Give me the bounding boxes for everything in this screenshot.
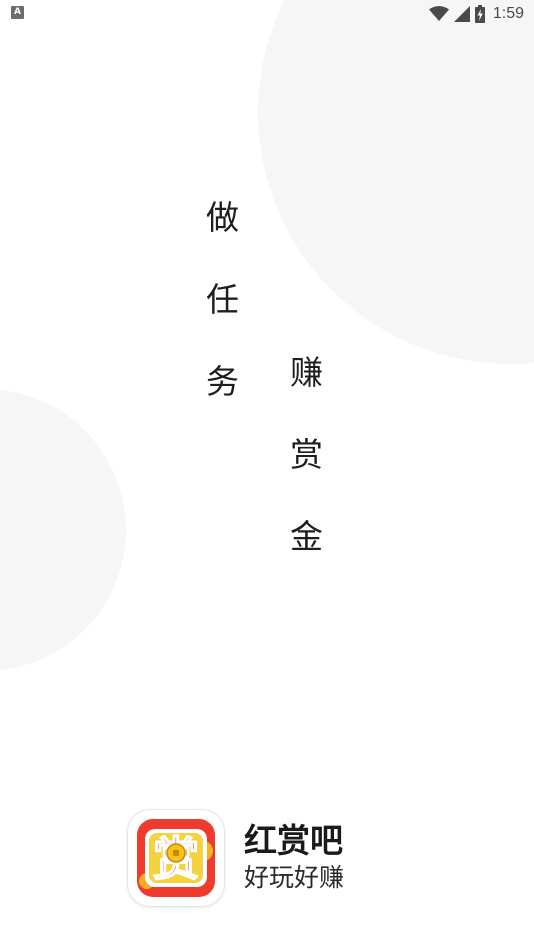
splash-screen: A 1:59 做 任 务 赚 赏 金 红赏吧 好玩好赚 <box>0 0 534 950</box>
decorative-circle-left <box>0 389 126 671</box>
app-icon-face: 赏 <box>137 819 215 897</box>
cell-signal-icon <box>453 6 470 22</box>
battery-charging-icon <box>474 5 485 23</box>
app-name: 红赏吧 <box>244 821 343 860</box>
decorative-circle-top-right <box>258 0 534 364</box>
slogan-char: 金 <box>290 517 323 556</box>
slogan-column-do-tasks: 做 任 务 <box>206 198 239 444</box>
slogan-char: 务 <box>206 362 239 401</box>
wifi-icon <box>428 6 449 21</box>
a-letter-icon: A <box>11 6 24 19</box>
reward-coin-icon: 赏 <box>139 829 213 889</box>
slogan-char: 赚 <box>290 353 323 392</box>
status-bar-right: 1:59 <box>428 3 524 25</box>
reward-app-icon: 赏 <box>128 810 224 906</box>
slogan-char: 做 <box>206 198 239 237</box>
slogan-char: 任 <box>206 280 239 319</box>
status-time: 1:59 <box>492 5 524 22</box>
slogan-char: 赏 <box>290 435 323 474</box>
brand-block: 赏 红赏吧 好玩好赚 <box>128 810 368 908</box>
app-tagline: 好玩好赚 <box>244 863 345 892</box>
slogan-column-earn-reward: 赚 赏 金 <box>290 353 323 599</box>
status-bar: A 1:59 <box>0 0 534 28</box>
